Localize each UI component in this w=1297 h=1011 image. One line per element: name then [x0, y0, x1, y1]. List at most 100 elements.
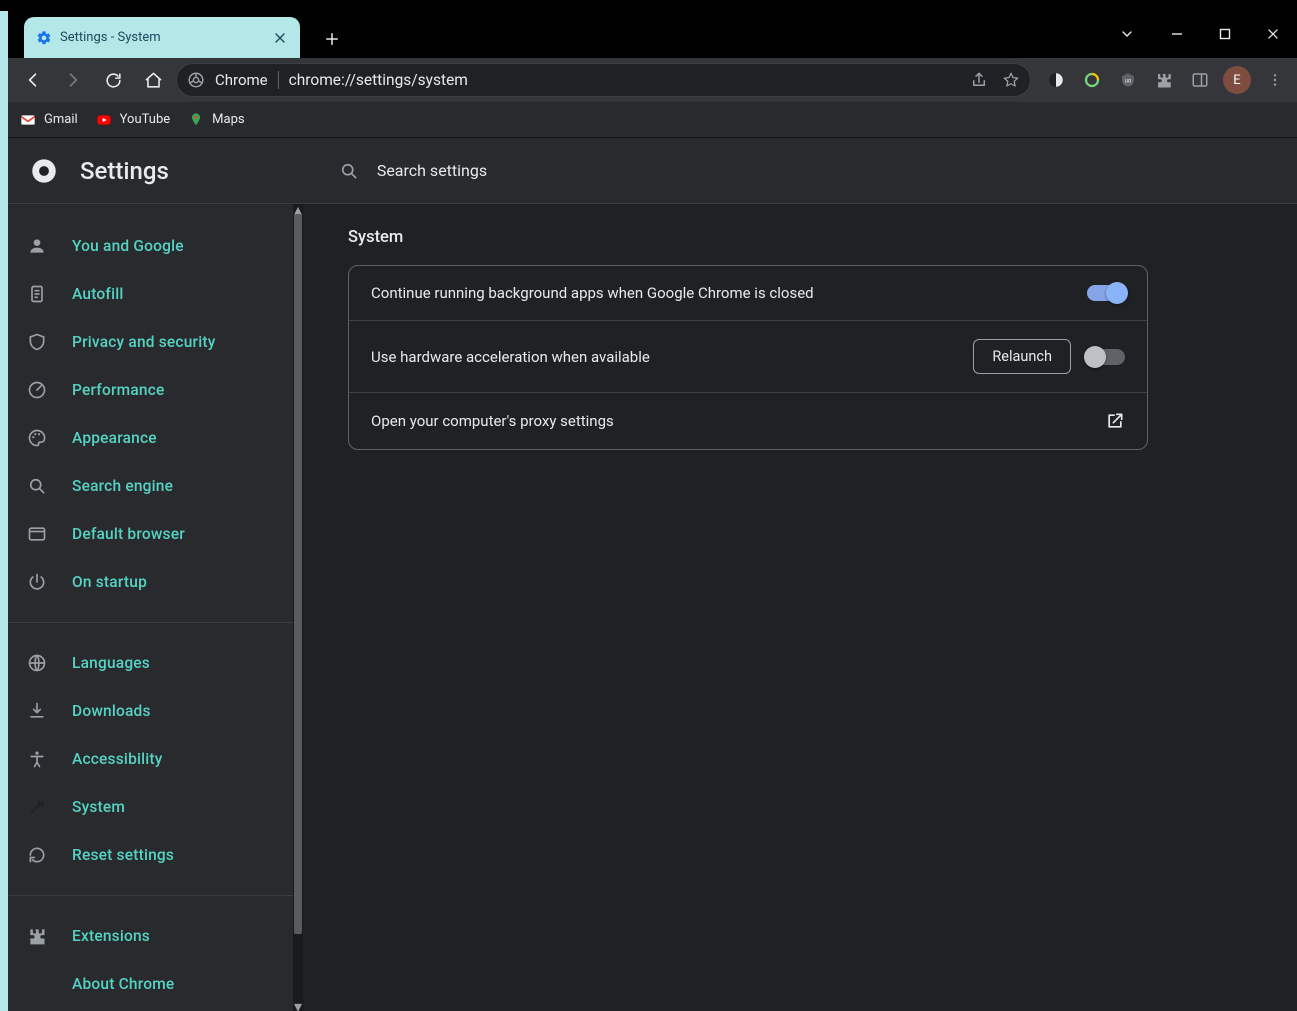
- forward-button[interactable]: [56, 63, 90, 97]
- sidebar-item-about-chrome[interactable]: About Chrome: [8, 960, 293, 1008]
- row-label: Use hardware acceleration when available: [371, 348, 957, 366]
- dots-vertical-icon: [1267, 72, 1283, 88]
- row-label: Open your computer's proxy settings: [371, 412, 1089, 430]
- sidebar-item-performance[interactable]: Performance: [8, 366, 293, 414]
- bookmark-maps[interactable]: Maps: [188, 112, 244, 128]
- sidebar-item-label: Autofill: [72, 285, 124, 303]
- shield-icon: [26, 331, 48, 353]
- sidebar-item-label: System: [72, 798, 125, 816]
- speedometer-icon: [26, 379, 48, 401]
- youtube-icon: [96, 112, 112, 128]
- sidebar-item-label: Search engine: [72, 477, 173, 495]
- sidebar-scrollbar[interactable]: ▴ ▾: [293, 204, 303, 1011]
- sidebar-item-label: Accessibility: [72, 750, 163, 768]
- plus-icon: [323, 30, 341, 48]
- puzzle-icon: [1155, 71, 1173, 89]
- section-title: System: [348, 228, 1253, 247]
- extension-icon: [26, 925, 48, 947]
- close-icon[interactable]: [272, 30, 288, 46]
- sidebar-item-label: Languages: [72, 654, 150, 672]
- relaunch-button[interactable]: Relaunch: [973, 339, 1071, 374]
- sidebar-item-languages[interactable]: Languages: [8, 639, 293, 687]
- back-button[interactable]: [16, 63, 50, 97]
- side-panel-button[interactable]: [1187, 67, 1213, 93]
- sidebar-item-label: Appearance: [72, 429, 157, 447]
- home-button[interactable]: [136, 63, 170, 97]
- address-bar[interactable]: Chrome chrome://settings/system: [176, 63, 1031, 97]
- close-icon: [1266, 27, 1280, 41]
- maps-icon: [188, 112, 204, 128]
- reload-button[interactable]: [96, 63, 130, 97]
- browser-menu-button[interactable]: [1261, 66, 1289, 94]
- extensions-area: uo E: [1043, 66, 1289, 94]
- bookmarks-bar: Gmail YouTube Maps: [8, 102, 1297, 138]
- sidebar-item-default-browser[interactable]: Default browser: [8, 510, 293, 558]
- download-icon: [26, 700, 48, 722]
- person-icon: [26, 235, 48, 257]
- star-icon[interactable]: [1002, 71, 1020, 89]
- globe-icon: [26, 652, 48, 674]
- omnibox-chip: Chrome: [215, 71, 268, 89]
- scroll-thumb[interactable]: [294, 214, 302, 934]
- reload-icon: [104, 71, 123, 90]
- window-left-strip: [0, 11, 8, 1011]
- sidebar-item-label: Reset settings: [72, 846, 174, 864]
- close-window-button[interactable]: [1249, 14, 1297, 54]
- window-controls: [1107, 11, 1297, 57]
- sidebar-item-reset-settings[interactable]: Reset settings: [8, 831, 293, 879]
- settings-main: System Continue running background apps …: [304, 204, 1297, 1011]
- tab-strip: Settings - System: [8, 11, 1297, 58]
- toggle-hardware-accel[interactable]: [1087, 349, 1125, 365]
- sidebar-item-search-engine[interactable]: Search engine: [8, 462, 293, 510]
- share-icon[interactable]: [970, 71, 988, 89]
- sidebar-item-downloads[interactable]: Downloads: [8, 687, 293, 735]
- profile-avatar[interactable]: E: [1223, 66, 1251, 94]
- row-proxy-settings[interactable]: Open your computer's proxy settings: [349, 393, 1147, 449]
- row-background-apps: Continue running background apps when Go…: [349, 266, 1147, 321]
- sidebar-item-autofill[interactable]: Autofill: [8, 270, 293, 318]
- sidebar-item-accessibility[interactable]: Accessibility: [8, 735, 293, 783]
- extension-2-icon[interactable]: [1079, 67, 1105, 93]
- browser-toolbar: Chrome chrome://settings/system uo E: [8, 58, 1297, 102]
- extension-3-icon[interactable]: uo: [1115, 67, 1141, 93]
- sidebar-item-label: Default browser: [72, 525, 185, 543]
- open-external-icon: [1105, 411, 1125, 431]
- extension-1-icon[interactable]: [1043, 67, 1069, 93]
- scroll-down-arrow[interactable]: ▾: [293, 1001, 303, 1011]
- minimize-button[interactable]: [1153, 14, 1201, 54]
- chrome-icon: [187, 71, 205, 89]
- power-icon: [26, 571, 48, 593]
- sidebar-item-privacy-and-security[interactable]: Privacy and security: [8, 318, 293, 366]
- browser-tab[interactable]: Settings - System: [24, 17, 300, 58]
- bookmark-gmail[interactable]: Gmail: [20, 112, 78, 128]
- gmail-icon: [20, 112, 36, 128]
- maximize-icon: [1219, 28, 1231, 40]
- sidebar-item-system[interactable]: System: [8, 783, 293, 831]
- sidebar-item-you-and-google[interactable]: You and Google: [8, 222, 293, 270]
- gear-icon: [36, 30, 52, 46]
- home-icon: [144, 71, 163, 90]
- sidebar-item-label: You and Google: [72, 237, 184, 255]
- avatar-initial: E: [1233, 73, 1240, 88]
- tab-search-button[interactable]: [1107, 14, 1147, 54]
- settings-search[interactable]: [339, 161, 697, 181]
- row-hardware-accel: Use hardware acceleration when available…: [349, 321, 1147, 393]
- sidebar-item-on-startup[interactable]: On startup: [8, 558, 293, 606]
- sidebar-item-extensions[interactable]: Extensions: [8, 912, 293, 960]
- system-card: Continue running background apps when Go…: [348, 265, 1148, 450]
- maximize-button[interactable]: [1201, 14, 1249, 54]
- chevron-down-icon: [1119, 26, 1135, 42]
- settings-content: You and Google Autofill Privacy and securi…: [8, 204, 1297, 1011]
- search-input[interactable]: [377, 161, 697, 180]
- sidebar-item-label: Extensions: [72, 927, 150, 945]
- autofill-icon: [26, 283, 48, 305]
- new-tab-button[interactable]: [318, 25, 346, 53]
- toggle-background-apps[interactable]: [1087, 285, 1125, 301]
- sidebar-item-appearance[interactable]: Appearance: [8, 414, 293, 462]
- sidebar-item-label: About Chrome: [72, 975, 174, 993]
- minimize-icon: [1171, 28, 1183, 40]
- page-title: Settings: [80, 157, 169, 185]
- scroll-up-arrow[interactable]: ▴: [293, 204, 303, 214]
- bookmark-youtube[interactable]: YouTube: [96, 112, 171, 128]
- extensions-menu-button[interactable]: [1151, 67, 1177, 93]
